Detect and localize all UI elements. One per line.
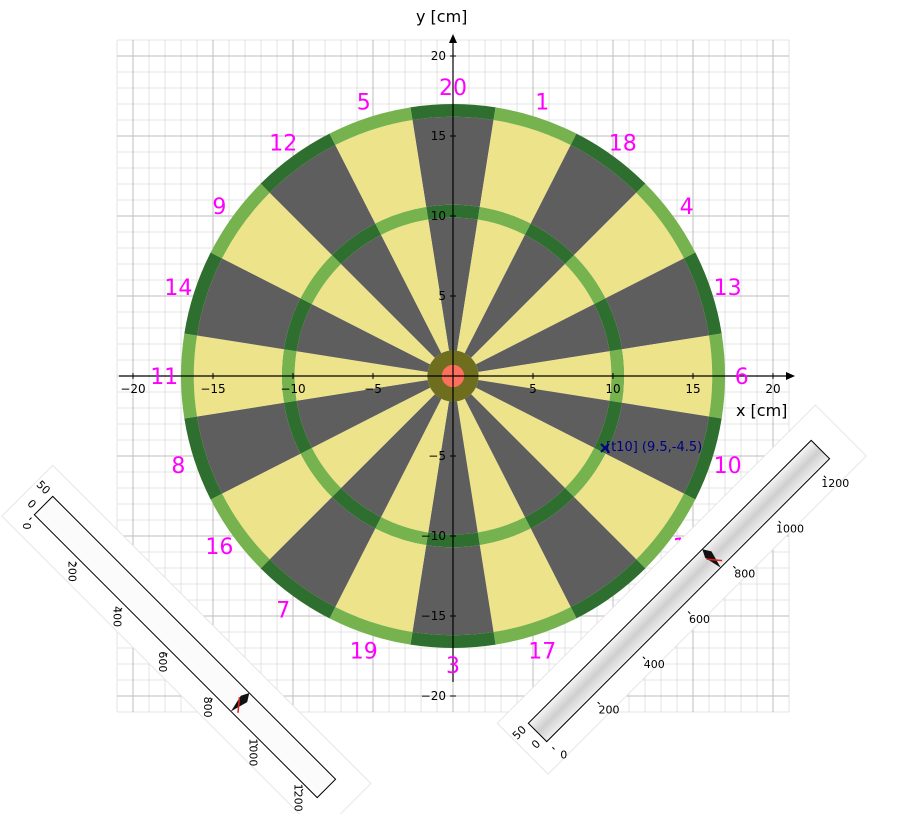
segment-number-6: 6 — [735, 365, 749, 390]
segment-number-13: 13 — [714, 276, 742, 301]
dartboard-figure: −20 −15 −10 −5 5 10 15 20−20−15−10−55101520 201… — [1, 7, 868, 814]
dart-label: [t10] (9.5,-4.5) — [606, 440, 702, 455]
x-axis-title: x [cm] — [736, 401, 787, 420]
camera-tick-label: 600 — [156, 651, 169, 672]
segment-number-16: 16 — [205, 535, 233, 560]
camera-tick-label: 0 — [20, 523, 33, 530]
x-tick-label: 15 — [685, 382, 700, 396]
camera-tick-label: 200 — [598, 703, 619, 716]
segment-number-8: 8 — [171, 454, 185, 479]
y-tick-label: −5 — [428, 449, 446, 463]
y-tick-label: 15 — [431, 129, 446, 143]
x-tick-label: −20 — [120, 382, 145, 396]
segment-number-18: 18 — [609, 131, 637, 156]
segment-number-7: 7 — [276, 599, 290, 624]
x-tick-label: −5 — [364, 382, 382, 396]
segment-number-9: 9 — [212, 195, 226, 220]
camera-tick-label: 1000 — [776, 522, 804, 535]
x-tick-label: 5 — [529, 382, 537, 396]
camera-tick-label: 1000 — [246, 738, 259, 766]
camera-tick-label: 400 — [111, 606, 124, 627]
segment-number-19: 19 — [350, 640, 378, 665]
camera-tick-label: 800 — [201, 697, 214, 718]
x-tick-label: −15 — [200, 382, 225, 396]
y-tick-label: −10 — [421, 529, 446, 543]
camera-tick-label: 1200 — [821, 477, 849, 490]
x-tick-label: 10 — [605, 382, 620, 396]
segment-number-11: 11 — [150, 365, 178, 390]
segment-number-20: 20 — [439, 76, 467, 101]
x-tick-label: −10 — [280, 382, 305, 396]
camera-tick-label: 600 — [689, 613, 710, 626]
segment-number-14: 14 — [164, 276, 192, 301]
y-tick-label: 20 — [431, 49, 446, 63]
segment-number-5: 5 — [357, 90, 371, 115]
dart-hit: [t10] (9.5,-4.5) — [600, 440, 702, 455]
y-tick-label: −20 — [421, 689, 446, 703]
segment-number-12: 12 — [269, 131, 297, 156]
segment-number-3: 3 — [446, 654, 460, 679]
camera-tick-label: 1200 — [292, 784, 305, 812]
y-tick-label: 10 — [431, 209, 446, 223]
segment-number-4: 4 — [680, 195, 694, 220]
segment-number-1: 1 — [535, 90, 549, 115]
camera-tick-label: 0 — [560, 749, 567, 762]
camera-tick-label: 400 — [644, 658, 665, 671]
y-tick-label: −15 — [421, 609, 446, 623]
camera-tick-label: 800 — [734, 568, 755, 581]
y-axis-title: y [cm] — [416, 7, 467, 26]
x-tick-label: 20 — [765, 382, 780, 396]
camera-tick-label: 200 — [65, 561, 78, 582]
segment-number-10: 10 — [714, 454, 742, 479]
segment-number-17: 17 — [528, 640, 556, 665]
y-tick-label: 5 — [438, 289, 446, 303]
